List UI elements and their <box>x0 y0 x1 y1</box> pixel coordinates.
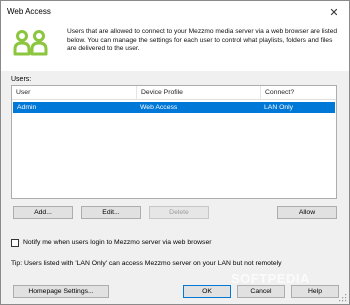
header-panel: Users that are allowed to connect to you… <box>1 23 349 71</box>
ok-button[interactable]: OK <box>183 285 231 298</box>
web-access-window: Web Access ✕ Users that are allowed to c… <box>0 0 350 305</box>
allow-button[interactable]: Allow <box>277 206 337 219</box>
resize-grip-icon[interactable] <box>339 294 347 302</box>
add-button[interactable]: Add... <box>13 206 73 219</box>
softpedia-watermark: SOFTPEDIA <box>231 271 310 286</box>
users-table[interactable]: User Device Profile Connect? Admin Web A… <box>11 85 337 199</box>
delete-button[interactable]: Delete <box>149 206 209 219</box>
notify-label[interactable]: Notify me when users login to Mezzmo ser… <box>23 239 212 246</box>
cell-device-profile: Web Access <box>140 104 178 111</box>
title-bar: Web Access ✕ <box>1 1 349 23</box>
cell-connect: LAN Only <box>264 104 294 111</box>
notify-checkbox[interactable] <box>11 239 19 247</box>
help-button[interactable]: Help <box>291 285 339 298</box>
edit-button[interactable]: Edit... <box>81 206 141 219</box>
users-icon <box>13 30 48 56</box>
homepage-settings-button[interactable]: Homepage Settings... <box>13 285 109 298</box>
close-button[interactable]: ✕ <box>319 1 349 23</box>
header-description: Users that are allowed to connect to you… <box>67 28 338 53</box>
tip-text: Tip: Users listed with 'LAN Only' can ac… <box>11 260 282 267</box>
table-header: User Device Profile Connect? <box>12 86 336 100</box>
users-label: Users: <box>11 76 32 83</box>
cancel-button[interactable]: Cancel <box>237 285 285 298</box>
column-header-user[interactable]: User <box>12 86 136 100</box>
window-title: Web Access <box>7 7 51 16</box>
cell-user: Admin <box>17 104 37 111</box>
table-row[interactable]: Admin Web Access LAN Only <box>13 102 335 113</box>
column-header-connect[interactable]: Connect? <box>260 86 336 100</box>
column-header-device-profile[interactable]: Device Profile <box>136 86 260 100</box>
